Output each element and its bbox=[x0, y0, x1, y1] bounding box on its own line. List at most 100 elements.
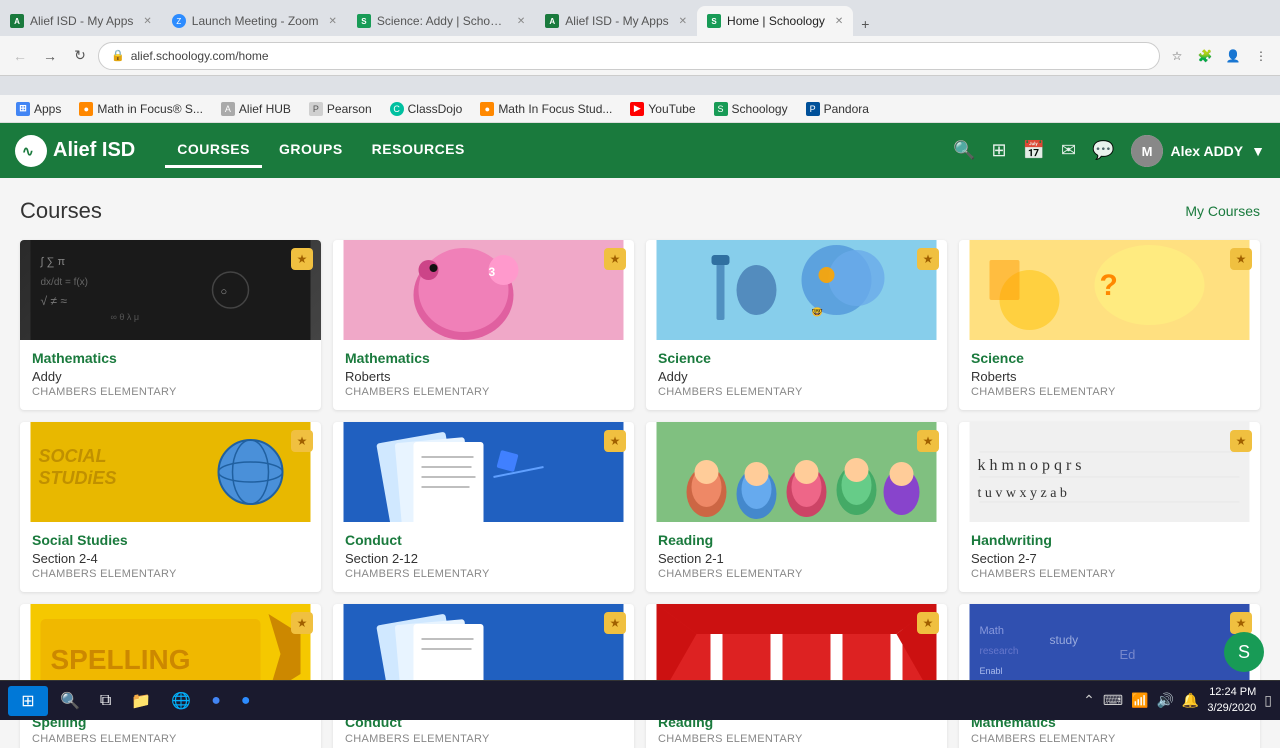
schoology-logo[interactable]: ∿ Alief ISD bbox=[15, 135, 135, 167]
bookmark-math-focus[interactable]: ● Math in Focus® S... bbox=[71, 100, 211, 118]
course-card-spelling[interactable]: SPELLING ★ Spelling CHAMBERS ELEMENTARY bbox=[20, 604, 321, 748]
notification-icon[interactable]: 🔔 bbox=[1182, 692, 1199, 709]
course-card-conduct[interactable]: ★ Conduct Section 2-12 CHAMBERS ELEMENTA… bbox=[333, 422, 634, 592]
course-card-handwriting[interactable]: k h m n o p q r st u v w x y z a b ★ Han… bbox=[959, 422, 1260, 592]
calendar-icon[interactable]: 📅 bbox=[1023, 140, 1045, 161]
more-icon[interactable]: ⋮ bbox=[1250, 45, 1272, 67]
refresh-button[interactable]: ↻ bbox=[68, 44, 92, 68]
main-content: Courses My Courses ∫ ∑ πdx/dt = f(x)√ ≠ … bbox=[0, 178, 1280, 748]
taskbar-chrome[interactable]: ● bbox=[203, 686, 229, 716]
grid-icon[interactable]: ⊞ bbox=[991, 140, 1006, 161]
course-card-science-addy[interactable]: 🤓 ★ Science Addy CHAMBERS ELEMENTARY bbox=[646, 240, 947, 410]
bookmark-label: Pandora bbox=[824, 102, 869, 116]
course-school: CHAMBERS ELEMENTARY bbox=[971, 386, 1248, 398]
star-icon: ★ bbox=[1230, 430, 1252, 452]
extensions-icon[interactable]: 🧩 bbox=[1194, 45, 1216, 67]
network-icon[interactable]: 📶 bbox=[1131, 692, 1148, 709]
bookmark-schoology[interactable]: S Schoology bbox=[706, 100, 796, 118]
svg-text:3: 3 bbox=[489, 265, 496, 279]
search-icon[interactable]: 🔍 bbox=[953, 140, 975, 161]
forward-button[interactable]: → bbox=[38, 44, 62, 68]
svg-text:∿: ∿ bbox=[22, 143, 34, 159]
course-school: CHAMBERS ELEMENTARY bbox=[345, 386, 622, 398]
tab-alief-2[interactable]: A Alief ISD - My Apps ✕ bbox=[535, 6, 697, 36]
course-name: Conduct bbox=[345, 532, 622, 548]
tab-label: Home | Schoology bbox=[727, 14, 825, 28]
taskbar-clock[interactable]: 12:24 PM 3/29/2020 bbox=[1207, 685, 1256, 716]
svg-text:STUDiES: STUDiES bbox=[39, 468, 117, 488]
show-desktop-icon[interactable]: ▯ bbox=[1264, 692, 1272, 709]
bookmark-star-icon[interactable]: ☆ bbox=[1166, 45, 1188, 67]
nav-right: 🔍 ⊞ 📅 ✉ 💬 M Alex ADDY ▼ bbox=[953, 135, 1265, 167]
back-button[interactable]: ← bbox=[8, 44, 32, 68]
nav-resources[interactable]: RESOURCES bbox=[360, 133, 477, 168]
user-menu[interactable]: M Alex ADDY ▼ bbox=[1131, 135, 1265, 167]
account-icon[interactable]: 👤 bbox=[1222, 45, 1244, 67]
chat-icon[interactable]: 💬 bbox=[1092, 140, 1114, 161]
course-card-math-3[interactable]: MathresearchEnablstudyEd ★ Mathematics C… bbox=[959, 604, 1260, 748]
course-name: Reading bbox=[658, 532, 935, 548]
nav-groups[interactable]: GROUPS bbox=[267, 133, 355, 168]
course-card-science-roberts[interactable]: ? ★ Science Roberts CHAMBERS ELEMENTARY bbox=[959, 240, 1260, 410]
tab-close[interactable]: ✕ bbox=[143, 16, 151, 27]
bookmark-math-focus-2[interactable]: ● Math In Focus Stud... bbox=[472, 100, 620, 118]
star-icon: ★ bbox=[604, 248, 626, 270]
course-teacher: Section 2-1 bbox=[658, 551, 935, 566]
keyboard-icon[interactable]: ⌨ bbox=[1103, 692, 1123, 709]
tab-close[interactable]: ✕ bbox=[329, 16, 337, 27]
course-teacher: Section 2-7 bbox=[971, 551, 1248, 566]
tab-home-schoology[interactable]: S Home | Schoology ✕ bbox=[697, 6, 853, 36]
schoology-chat-bubble[interactable]: S bbox=[1224, 632, 1264, 672]
bookmark-label: Math in Focus® S... bbox=[97, 102, 203, 116]
mail-icon[interactable]: ✉ bbox=[1061, 140, 1076, 161]
star-icon: ★ bbox=[917, 248, 939, 270]
course-card-social-studies[interactable]: SOCIALSTUDiES ★ Social Studies Section 2… bbox=[20, 422, 321, 592]
course-card-reading[interactable]: ★ Reading Section 2-1 CHAMBERS ELEMENTAR… bbox=[646, 422, 947, 592]
bookmark-alief-hub[interactable]: A Alief HUB bbox=[213, 100, 299, 118]
tab-alief-1[interactable]: A Alief ISD - My Apps ✕ bbox=[0, 6, 162, 36]
course-card-math-roberts[interactable]: 3 ★ Mathematics Roberts CHAMBERS ELEMENT… bbox=[333, 240, 634, 410]
tab-close[interactable]: ✕ bbox=[517, 16, 525, 27]
bookmark-label: ClassDojo bbox=[408, 102, 463, 116]
bookmark-pandora[interactable]: P Pandora bbox=[798, 100, 877, 118]
taskbar-search[interactable]: 🔍 bbox=[52, 686, 88, 716]
course-card-math-addy[interactable]: ∫ ∑ πdx/dt = f(x)√ ≠ ≈∞ θ λ μ○ ★ Mathema… bbox=[20, 240, 321, 410]
course-card-reading-2[interactable]: ★ Reading CHAMBERS ELEMENTARY bbox=[646, 604, 947, 748]
taskbar-zoom[interactable]: ● bbox=[233, 686, 259, 716]
taskbar-task-view[interactable]: ⧉ bbox=[92, 686, 119, 716]
svg-text:√ ≠ ≈: √ ≠ ≈ bbox=[41, 294, 68, 308]
bookmark-classdojo[interactable]: C ClassDojo bbox=[382, 100, 471, 118]
bookmark-pearson[interactable]: P Pearson bbox=[301, 100, 380, 118]
bookmark-youtube[interactable]: ▶ YouTube bbox=[622, 100, 703, 118]
svg-text:Ed: Ed bbox=[1120, 647, 1136, 662]
taskbar-file-explorer[interactable]: 📁 bbox=[123, 686, 159, 716]
my-courses-link[interactable]: My Courses bbox=[1185, 203, 1260, 219]
course-school: CHAMBERS ELEMENTARY bbox=[345, 733, 622, 745]
new-tab-button[interactable]: + bbox=[853, 12, 877, 36]
tab-science-addy[interactable]: S Science: Addy | Schoology ✕ bbox=[347, 6, 535, 36]
tab-label: Science: Addy | Schoology bbox=[377, 14, 507, 28]
taskbar-right: ⌃ ⌨ 📶 🔊 🔔 12:24 PM 3/29/2020 ▯ bbox=[1083, 685, 1272, 716]
course-school: CHAMBERS ELEMENTARY bbox=[345, 568, 622, 580]
svg-text:?: ? bbox=[1100, 269, 1118, 302]
taskbar-ie[interactable]: 🌐 bbox=[163, 686, 199, 716]
course-school: CHAMBERS ELEMENTARY bbox=[971, 568, 1248, 580]
bookmark-label: Pearson bbox=[327, 102, 372, 116]
taskbar: ⊞ 🔍 ⧉ 📁 🌐 ● ● ⌃ ⌨ 📶 🔊 🔔 12:24 PM 3/29/20… bbox=[0, 680, 1280, 720]
volume-icon[interactable]: 🔊 bbox=[1156, 692, 1173, 709]
tab-zoom[interactable]: Z Launch Meeting - Zoom ✕ bbox=[162, 6, 347, 36]
browser-controls: ← → ↻ 🔒 alief.schoology.com/home ☆ 🧩 👤 ⋮ bbox=[0, 36, 1280, 76]
address-bar[interactable]: 🔒 alief.schoology.com/home bbox=[98, 42, 1160, 70]
course-teacher: Section 2-12 bbox=[345, 551, 622, 566]
nav-courses[interactable]: COURSES bbox=[165, 133, 262, 168]
bookmark-label: Apps bbox=[34, 102, 61, 116]
tab-close[interactable]: ✕ bbox=[679, 16, 687, 27]
tab-close[interactable]: ✕ bbox=[835, 16, 843, 27]
svg-text:SPELLING: SPELLING bbox=[51, 644, 191, 675]
user-name: Alex ADDY bbox=[1171, 143, 1244, 159]
bookmark-apps[interactable]: ⊞ Apps bbox=[8, 100, 69, 118]
up-arrow-icon[interactable]: ⌃ bbox=[1083, 692, 1095, 709]
course-card-conduct-2[interactable]: ★ Conduct CHAMBERS ELEMENTARY bbox=[333, 604, 634, 748]
start-button[interactable]: ⊞ bbox=[8, 686, 48, 716]
svg-text:SOCIAL: SOCIAL bbox=[39, 446, 107, 466]
